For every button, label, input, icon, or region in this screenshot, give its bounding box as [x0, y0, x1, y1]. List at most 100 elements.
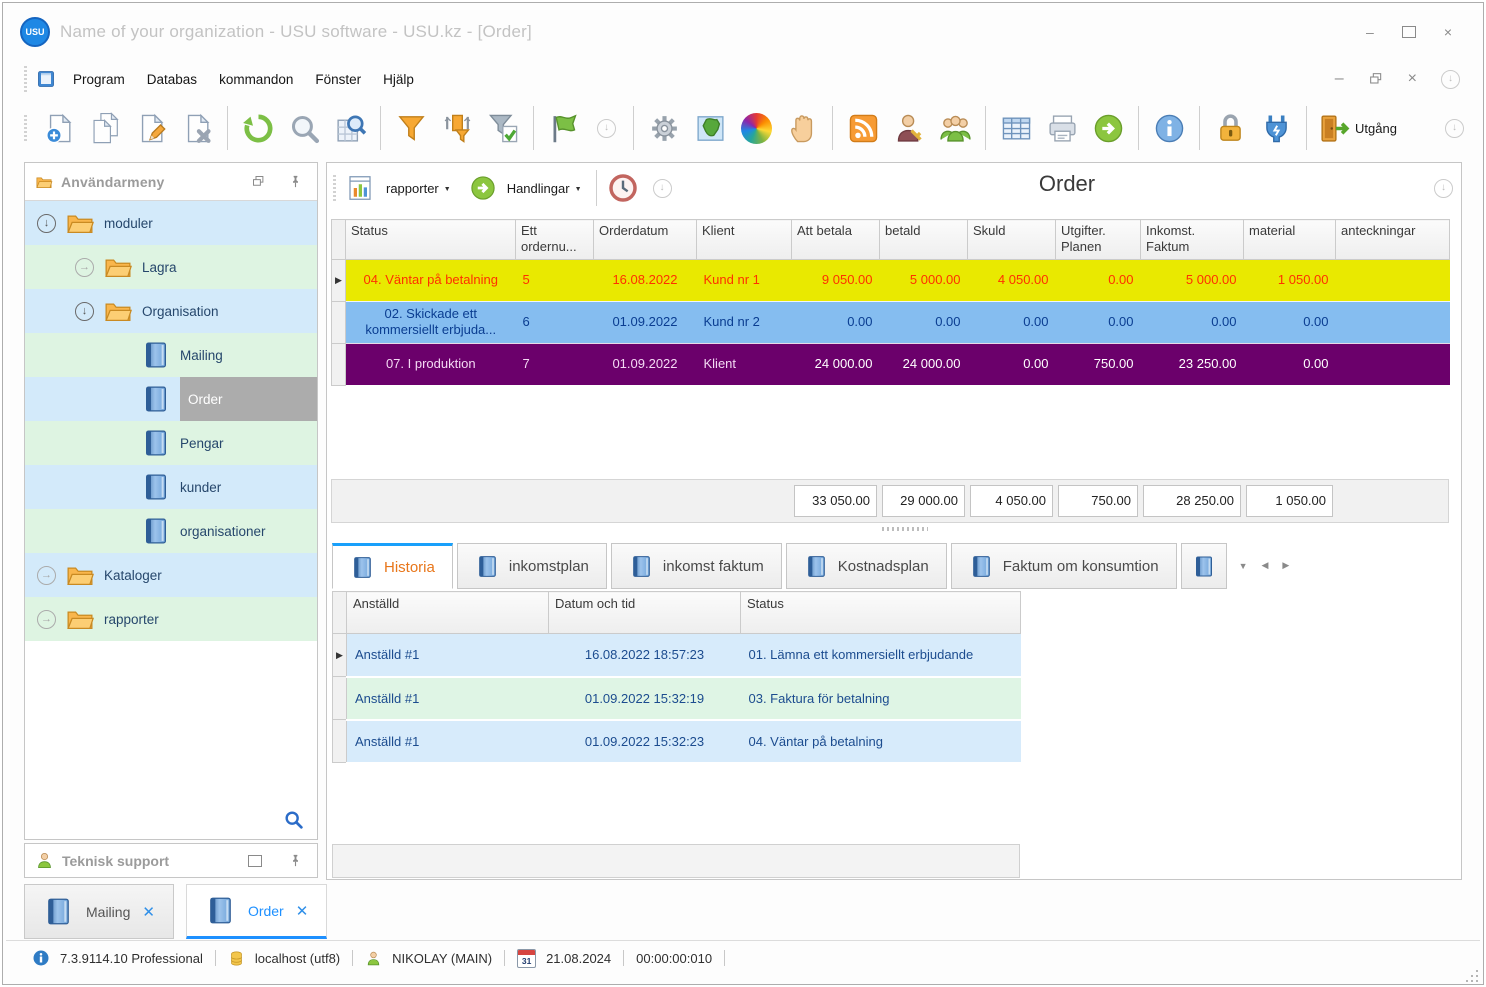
history-row-3[interactable]: Anställd #1 01.09.2022 15:32:23 04. Väntar…: [332, 719, 1021, 764]
column-header-material[interactable]: material: [1243, 219, 1336, 260]
info-button[interactable]: [1146, 104, 1192, 152]
tree-item-order[interactable]: Order: [25, 377, 317, 421]
tree-item-kunder[interactable]: kunder: [25, 465, 317, 509]
collapse-icon[interactable]: ↓: [37, 213, 56, 233]
pin-icon[interactable]: [288, 174, 303, 189]
history-column-status[interactable]: Status: [740, 591, 1021, 634]
order-row-1[interactable]: ▶ 04. Väntar på betalning 5 16.08.2022 Kund …: [331, 258, 1450, 302]
resize-grip[interactable]: [1464, 968, 1478, 982]
edit-record-button[interactable]: [128, 104, 174, 152]
tree-search-icon[interactable]: [283, 809, 305, 831]
column-header-klient[interactable]: Klient: [696, 219, 792, 260]
tab-inkomst-faktum[interactable]: inkomst faktum: [610, 543, 782, 589]
column-header-skuld[interactable]: Skuld: [967, 219, 1056, 260]
delete-record-button[interactable]: [174, 104, 220, 152]
order-row-2[interactable]: 02. Skickade ett kommersiellt erbjuda...…: [331, 300, 1450, 344]
toolbar-overflow-button[interactable]: ↓: [597, 118, 616, 138]
mdi-minimize-button[interactable]: –: [1335, 70, 1344, 88]
reports-dropdown[interactable]: rapporter: [386, 181, 439, 196]
menu-kommandon[interactable]: kommandon: [219, 72, 293, 87]
settings-button[interactable]: [641, 104, 687, 152]
search-button[interactable]: [281, 104, 327, 152]
column-header-status[interactable]: Status: [345, 219, 516, 260]
menu-program[interactable]: Program: [73, 72, 125, 87]
actions-dropdown[interactable]: Handlingar: [507, 181, 570, 196]
toolbar-grip[interactable]: [24, 66, 27, 92]
tree-item-lagra[interactable]: → Lagra: [25, 245, 317, 289]
map-button[interactable]: [687, 104, 733, 152]
mdi-close-button[interactable]: ×: [1408, 70, 1417, 88]
toolbar-overflow-right-button[interactable]: ↓: [1445, 118, 1464, 138]
users-button[interactable]: [932, 104, 978, 152]
lock-button[interactable]: [1207, 104, 1253, 152]
undock-icon[interactable]: [251, 174, 266, 189]
expand-icon[interactable]: →: [37, 609, 56, 629]
splitter-handle[interactable]: [882, 527, 928, 531]
tree-item-rapporter[interactable]: → rapporter: [25, 597, 317, 641]
menu-databas[interactable]: Databas: [147, 72, 197, 87]
order-row-3[interactable]: 07. I produktion 7 01.09.2022 Klient 24 000.…: [331, 342, 1450, 386]
column-header-anteckningar[interactable]: anteckningar: [1335, 219, 1450, 260]
filter-button[interactable]: [388, 104, 434, 152]
mdi-restore-button[interactable]: [1368, 71, 1384, 87]
tab-faktum-om-konsumtion[interactable]: Faktum om konsumtion: [950, 543, 1177, 589]
toolbar-grip[interactable]: [333, 175, 336, 201]
panel-overflow-right-button[interactable]: ↓: [1434, 179, 1453, 198]
tree-item-organisation[interactable]: ↓ Organisation: [25, 289, 317, 333]
pin-icon[interactable]: [288, 853, 303, 868]
column-header-inkomst-faktum[interactable]: Inkomst. Faktum: [1140, 219, 1244, 260]
history-column-datum-och-tid[interactable]: Datum och tid: [548, 591, 741, 634]
copy-record-button[interactable]: [82, 104, 128, 152]
search-in-table-button[interactable]: [327, 104, 373, 152]
maximize-button[interactable]: [1401, 26, 1416, 38]
menu-f-nster[interactable]: Fönster: [315, 72, 361, 87]
expand-icon[interactable]: →: [37, 565, 56, 585]
tab-list-button[interactable]: ▼: [1239, 561, 1248, 571]
toolbar-grip[interactable]: [24, 115, 27, 141]
tab-inkomstplan[interactable]: inkomstplan: [456, 543, 607, 589]
connection-button[interactable]: [1253, 104, 1299, 152]
mdi-overflow-button[interactable]: ↓: [1441, 69, 1460, 89]
doc-tab-order[interactable]: Order ✕: [185, 884, 328, 939]
panel-overflow-button[interactable]: ↓: [652, 178, 672, 198]
doc-tab-mailing[interactable]: Mailing ✕: [24, 884, 174, 939]
tree-item-pengar[interactable]: Pengar: [25, 421, 317, 465]
support-panel[interactable]: Teknisk support: [24, 843, 318, 878]
history-row-1[interactable]: ▶ Anställd #1 16.08.2022 18:57:23 01. Lämna…: [332, 633, 1021, 678]
colors-button[interactable]: [733, 104, 779, 152]
exit-button[interactable]: Utgång: [1314, 104, 1401, 152]
rss-button[interactable]: [840, 104, 886, 152]
hand-button[interactable]: [779, 104, 825, 152]
go-forward-button[interactable]: [1085, 104, 1131, 152]
tab-historia[interactable]: Historia: [332, 543, 453, 589]
tab-partial[interactable]: [1180, 543, 1227, 589]
tree-item-organisationer[interactable]: organisationer: [25, 509, 317, 553]
column-header-att-betala[interactable]: Att betala: [791, 219, 880, 260]
column-header-orderdatum[interactable]: Orderdatum: [593, 219, 697, 260]
close-button[interactable]: ×: [1444, 25, 1452, 39]
print-button[interactable]: [1039, 104, 1085, 152]
tree-item-kataloger[interactable]: → Kataloger: [25, 553, 317, 597]
close-tab-icon[interactable]: ✕: [296, 902, 309, 920]
menu-hj-lp[interactable]: Hjälp: [383, 72, 414, 87]
support-window-icon[interactable]: [248, 854, 262, 867]
tree-item-mailing[interactable]: Mailing: [25, 333, 317, 377]
minimize-button[interactable]: –: [1366, 25, 1374, 39]
refresh-button[interactable]: [235, 104, 281, 152]
collapse-icon[interactable]: ↓: [75, 301, 94, 321]
filter-apply-button[interactable]: [480, 104, 526, 152]
filter-columns-button[interactable]: [434, 104, 480, 152]
tab-scroll-left-button[interactable]: ◀: [1262, 560, 1269, 571]
tab-scroll-right-button[interactable]: ▶: [1282, 560, 1289, 571]
scheduler-clock-icon[interactable]: [607, 172, 639, 204]
history-row-2[interactable]: Anställd #1 01.09.2022 15:32:19 03. Faktur…: [332, 676, 1021, 721]
flag-button[interactable]: [541, 104, 587, 152]
new-record-button[interactable]: [36, 104, 82, 152]
close-tab-icon[interactable]: ✕: [142, 903, 155, 921]
history-column-anst-lld[interactable]: Anställd: [346, 591, 549, 634]
user-access-button[interactable]: [886, 104, 932, 152]
tree-item-moduler[interactable]: ↓ moduler: [25, 201, 317, 245]
expand-icon[interactable]: →: [75, 257, 94, 277]
column-header-betald[interactable]: betald: [879, 219, 968, 260]
column-header-utgifter-planen[interactable]: Utgifter. Planen: [1055, 219, 1141, 260]
